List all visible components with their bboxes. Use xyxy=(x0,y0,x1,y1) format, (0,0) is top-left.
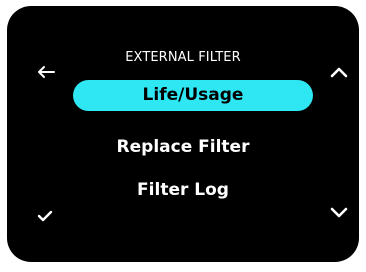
menu-item-life-usage[interactable]: Life/Usage xyxy=(73,80,313,111)
chevron-up-icon[interactable] xyxy=(330,66,348,78)
menu-item-filter-log[interactable]: Filter Log xyxy=(7,175,359,205)
menu-item-replace-filter[interactable]: Replace Filter xyxy=(7,132,359,162)
arrow-left-icon[interactable] xyxy=(37,65,55,79)
checkmark-icon[interactable] xyxy=(37,210,53,222)
chevron-down-icon[interactable] xyxy=(330,207,348,219)
display-screen: EXTERNAL FILTER Life/Usage Replace Filte… xyxy=(7,6,359,262)
screen-title: EXTERNAL FILTER xyxy=(125,50,241,65)
